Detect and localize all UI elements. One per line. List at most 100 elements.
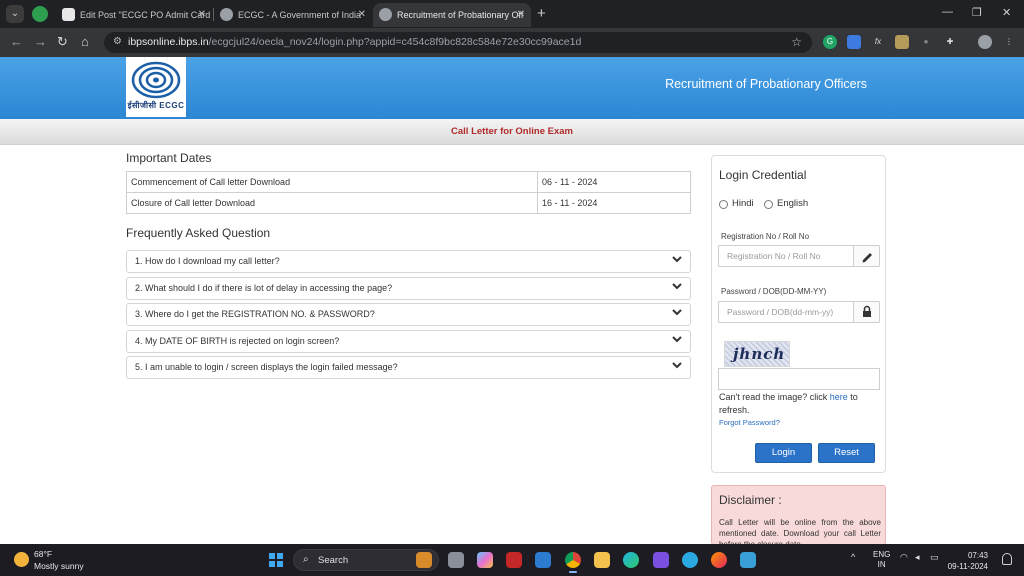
faq-item[interactable]: 2. What should I do if there is lot of d… (126, 277, 691, 300)
password-label: Password / DOB(DD-MM-YY) (721, 287, 827, 296)
app-icon[interactable] (682, 552, 698, 568)
extension-icon[interactable] (895, 35, 909, 49)
tab-recruitment[interactable]: Recruitment of Probationary Off ✕ (373, 3, 531, 27)
faq-item[interactable]: 3. Where do I get the REGISTRATION NO. &… (126, 303, 691, 326)
disclaimer-box: Disclaimer : Call Letter will be online … (711, 485, 886, 545)
tab-search-icon[interactable]: ⌄ (6, 5, 24, 23)
task-view-icon[interactable] (448, 552, 464, 568)
pinned-tab[interactable] (32, 6, 48, 22)
faq-item[interactable]: 5. I am unable to login / screen display… (126, 356, 691, 379)
weather-sun-icon[interactable] (14, 552, 29, 567)
widget-icon[interactable] (416, 552, 432, 568)
close-window-icon[interactable]: ✕ (1002, 6, 1011, 19)
restore-icon[interactable]: ❐ (972, 6, 982, 19)
ecgc-logo: ईसीजीसी ECGC (126, 57, 186, 117)
taskbar: 68°F Mostly sunny ⌕ Search ^ ENG IN ◠ ◂ … (0, 544, 1024, 576)
close-icon[interactable]: ✕ (358, 3, 366, 27)
forgot-password-link[interactable]: Forgot Password? (719, 418, 780, 427)
mcafee-icon[interactable] (506, 552, 522, 568)
search-icon: ⌕ (303, 554, 309, 565)
close-icon[interactable]: ✕ (198, 3, 206, 27)
faq-question: 5. I am unable to login / screen display… (135, 362, 398, 372)
subtitle-bar: Call Letter for Online Exam (0, 119, 1024, 145)
reset-button[interactable]: Reset (818, 443, 875, 463)
edge-icon[interactable] (623, 552, 639, 568)
captcha-refresh-link[interactable]: here (830, 392, 848, 402)
chevron-down-icon (672, 309, 682, 316)
address-bar[interactable]: ⚙ ibpsonline.ibps.in/ecgcjul24/oecla_nov… (104, 32, 812, 53)
captcha-input[interactable] (719, 369, 879, 389)
close-icon[interactable]: ✕ (517, 3, 525, 27)
english-label: English (777, 198, 809, 209)
search-label: Search (318, 555, 349, 566)
forward-icon[interactable]: → (34, 34, 47, 50)
registration-label: Registration No / Roll No (721, 232, 810, 241)
logo-text: ईसीजीसी ECGC (127, 101, 185, 110)
date-value: 16 - 11 - 2024 (537, 192, 691, 214)
tab-title: Edit Post "ECGC PO Admit Card (80, 10, 211, 20)
hindi-label: Hindi (732, 198, 754, 209)
registration-input[interactable] (719, 246, 853, 266)
globe-icon (220, 8, 233, 21)
login-title: Login Credential (719, 168, 807, 182)
hindi-radio[interactable] (719, 200, 728, 209)
date-label: Closure of Call letter Download (126, 192, 538, 214)
page-title: Recruitment of Probationary Officers (665, 77, 867, 91)
captcha-image: jhnch (724, 341, 790, 367)
login-panel: Login Credential Hindi English Registrat… (711, 155, 886, 473)
back-icon[interactable]: ← (10, 34, 23, 50)
browser-tab-bar: ⌄ Edit Post "ECGC PO Admit Card ✕ ECGC -… (0, 0, 1024, 28)
menu-icon[interactable]: ⋮ (1002, 35, 1016, 49)
important-dates-table: Commencement of Call letter Download 06 … (126, 171, 691, 214)
date-value: 06 - 11 - 2024 (537, 171, 691, 193)
chevron-up-icon[interactable]: ^ (851, 552, 855, 562)
tab-title: ECGC - A Government of India (238, 10, 362, 20)
password-input[interactable] (719, 302, 853, 322)
home-icon[interactable]: ⌂ (81, 34, 89, 50)
captcha-text: jhnch (733, 345, 786, 363)
chevron-down-icon (672, 283, 682, 290)
chevron-down-icon (672, 256, 682, 263)
important-dates-heading: Important Dates (126, 151, 212, 165)
formula-icon[interactable]: fx (871, 35, 885, 49)
microphone-icon[interactable]: ● (919, 35, 933, 49)
weather-description[interactable]: Mostly sunny (34, 561, 84, 571)
chrome-icon[interactable] (565, 552, 581, 573)
registration-field (718, 245, 880, 267)
faq-item[interactable]: 4. My DATE OF BIRTH is rejected on login… (126, 330, 691, 353)
system-clock[interactable]: 07:43 09-11-2024 (948, 550, 988, 572)
faq-item[interactable]: 1. How do I download my call letter? (126, 250, 691, 273)
profile-avatar-icon[interactable] (978, 35, 992, 49)
english-radio[interactable] (764, 200, 773, 209)
language-indicator[interactable]: ENG IN (873, 550, 890, 570)
notepad-icon[interactable] (740, 552, 756, 568)
copilot-icon[interactable] (477, 552, 493, 568)
login-button[interactable]: Login (755, 443, 812, 463)
date-label: Commencement of Call letter Download (126, 171, 538, 193)
reload-icon[interactable]: ↻ (57, 34, 68, 50)
notification-bell-icon[interactable] (1002, 553, 1012, 565)
new-tab-icon[interactable]: + (537, 5, 546, 22)
file-explorer-icon[interactable] (594, 552, 610, 568)
extension-icon[interactable] (847, 35, 861, 49)
app-icon[interactable] (653, 552, 669, 568)
faq-question: 2. What should I do if there is lot of d… (135, 283, 393, 293)
speaker-icon[interactable]: ◂ (915, 552, 920, 563)
minimize-icon[interactable]: — (942, 6, 953, 18)
site-info-icon[interactable]: ⚙ (113, 36, 122, 47)
tab-ecgc[interactable]: ECGC - A Government of India ✕ (214, 3, 372, 27)
weather-temperature[interactable]: 68°F (34, 549, 52, 559)
grammarly-icon[interactable]: G (823, 35, 837, 49)
store-icon[interactable] (535, 552, 551, 568)
firefox-icon[interactable] (711, 552, 727, 568)
tab-edit-post[interactable]: Edit Post "ECGC PO Admit Card ✕ (56, 3, 212, 27)
faq-question: 1. How do I download my call letter? (135, 256, 280, 266)
puzzle-icon[interactable]: ✚ (943, 35, 957, 49)
bookmark-star-icon[interactable]: ☆ (791, 35, 802, 49)
battery-icon[interactable]: ▭ (930, 552, 939, 563)
windows-start-icon[interactable] (269, 553, 283, 567)
globe-icon (379, 8, 392, 21)
faq-question: 4. My DATE OF BIRTH is rejected on login… (135, 336, 340, 346)
tab-title: Recruitment of Probationary Off (397, 10, 524, 20)
wifi-icon[interactable]: ◠ (900, 552, 908, 563)
